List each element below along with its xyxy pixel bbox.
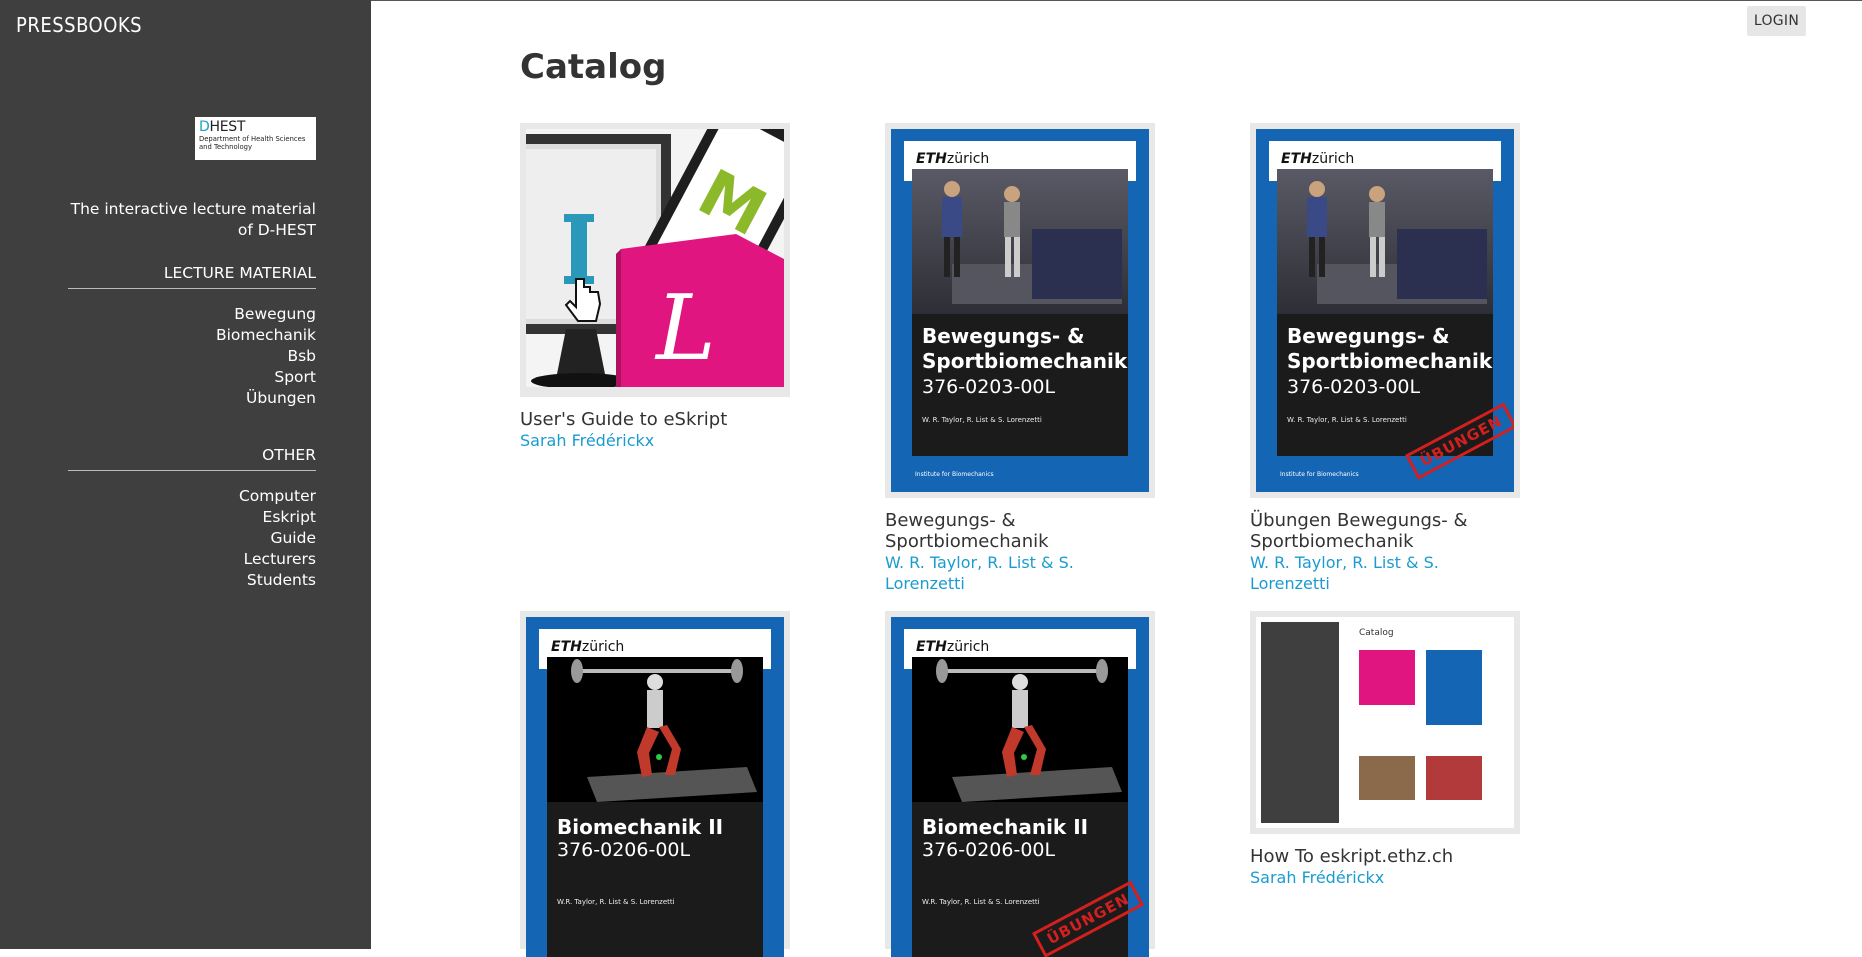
book-cover-link[interactable]: Catalog [1250, 611, 1520, 834]
cover-course-code: 376-0203-00L [1287, 376, 1421, 398]
eth-logo: ETHzürich [1281, 151, 1355, 167]
book-title[interactable]: Übungen Bewegungs- & Sportbiomechanik [1250, 510, 1520, 552]
cover-title-line: Sportbiomechanik [922, 349, 1128, 373]
nav-link[interactable]: Bsb [287, 347, 316, 365]
dhest-logo[interactable]: DHEST Department of Health Sciences and … [195, 117, 316, 160]
book-cover-link[interactable]: ETHzürich Bewegungs- & Sportbiomechanik 3… [885, 123, 1155, 498]
nav-link[interactable]: Bewegung [234, 305, 316, 323]
book-author[interactable]: Sarah Frédérickx [1250, 867, 1520, 888]
book-cover-link[interactable]: ETHzürich Biomechanik II 376-0206-00L W.… [885, 611, 1155, 957]
book-cover-link[interactable]: ETHzürich Bewegungs- & Sportbiomechanik 3… [1250, 123, 1520, 498]
book-card: M L User's Guide to eSkript Sarah Frédér… [511, 94, 821, 451]
logo-line-1: Department of Health Sciences [199, 135, 306, 143]
nav-item-lecturers[interactable]: Lecturers [68, 549, 316, 570]
eth-cover-image: ETHzürich Bewegungs- & Sportbiomechanik 3… [891, 129, 1149, 492]
book-card: ETHzürich Biomechanik II 376-0206-00L W.… [520, 611, 790, 957]
book-card: ETHzürich Biomechanik II 376-0206-00L W.… [885, 611, 1155, 957]
uebungen-stamp: ÜBUNGEN [1405, 402, 1514, 480]
login-button[interactable]: LOGIN [1747, 6, 1806, 36]
cover-title-line: Biomechanik II [922, 815, 1089, 839]
book-author[interactable]: Sarah Frédérickx [520, 430, 790, 451]
book-cover-link[interactable]: ETHzürich Biomechanik II 376-0206-00L W.… [520, 611, 790, 957]
cover-title-line: Bewegungs- & [922, 324, 1085, 348]
cover-footer: Institute for Biomechanics [1280, 471, 1359, 478]
cover-authors: W. R. Taylor, R. List & S. Lorenzetti [922, 416, 1042, 424]
book-title[interactable]: User's Guide to eSkript [520, 409, 790, 430]
svg-text:L: L [654, 276, 716, 381]
pressbooks-brand-link[interactable]: PRESSBOOKS [16, 13, 142, 37]
nav-item-bewegung[interactable]: Bewegung [68, 304, 316, 325]
lecture-material-list: Bewegung Biomechanik Bsb Sport Übungen [68, 304, 316, 409]
book-title[interactable]: How To eskript.ethz.ch [1250, 846, 1520, 867]
eth-logo: ETHzürich [551, 639, 625, 655]
sidebar-tagline: The interactive lecture material of D-HE… [70, 200, 316, 239]
nav-link[interactable]: Lecturers [244, 550, 316, 568]
cover-title-line: Bewegungs- & [1287, 324, 1450, 348]
cover-course-code: 376-0203-00L [922, 376, 1056, 398]
book-card: ETHzürich Bewegungs- & Sportbiomechanik 3… [1250, 123, 1520, 594]
nav-item-eskript[interactable]: Eskript [68, 507, 316, 528]
eth-logo: ETHzürich [916, 151, 990, 167]
lab-photo [1277, 169, 1493, 314]
eth-cover-image: ETHzürich Biomechanik II 376-0206-00L W.… [891, 617, 1149, 957]
cover-footer: Institute for Biomechanics [915, 471, 994, 478]
thumbnail-title: Catalog [1359, 628, 1394, 638]
nav-item-biomechanik[interactable]: Biomechanik [68, 325, 316, 346]
eth-logo: ETHzürich [916, 639, 990, 655]
nav-item-guide[interactable]: Guide [68, 528, 316, 549]
eskript-guide-cover-image: M L [511, 94, 821, 389]
cover-course-code: 376-0206-00L [922, 839, 1056, 861]
lab-photo [912, 169, 1128, 314]
cover-authors: W.R. Taylor, R. List & S. Lorenzetti [922, 898, 1040, 906]
nav-link[interactable]: Computer [239, 487, 316, 505]
nav-link[interactable]: Biomechanik [216, 326, 316, 344]
eth-cover-image: ETHzürich Bewegungs- & Sportbiomechanik 3… [1256, 129, 1514, 492]
logo-text: HEST [209, 119, 246, 135]
book-cover-link[interactable]: M L [511, 94, 821, 397]
section-heading-other: OTHER [68, 446, 316, 471]
nav-item-sport[interactable]: Sport [68, 367, 316, 388]
cover-course-code: 376-0206-00L [557, 839, 691, 861]
book-author[interactable]: W. R. Taylor, R. List & S. Lorenzetti [885, 552, 1155, 594]
uebungen-stamp: ÜBUNGEN [1032, 880, 1145, 957]
skeleton-squat-image [547, 657, 763, 802]
nav-link[interactable]: Eskript [263, 508, 316, 526]
book-author[interactable]: W. R. Taylor, R. List & S. Lorenzetti [1250, 552, 1520, 594]
other-list: Computer Eskript Guide Lecturers Student… [68, 486, 316, 591]
skeleton-squat-image [912, 657, 1128, 802]
book-title[interactable]: Bewegungs- & Sportbiomechanik [885, 510, 1155, 552]
nav-item-computer[interactable]: Computer [68, 486, 316, 507]
nav-item-bsb[interactable]: Bsb [68, 346, 316, 367]
logo-line-2: and Technology [199, 143, 253, 151]
cover-title-line: Sportbiomechanik [1287, 349, 1493, 373]
book-card: Catalog How To eskript.ethz.ch Sarah Fré… [1250, 611, 1520, 888]
nav-link[interactable]: Students [247, 571, 316, 589]
nav-item-students[interactable]: Students [68, 570, 316, 591]
site-screenshot-thumbnail: Catalog [1256, 617, 1514, 828]
section-heading-lecture-material: LECTURE MATERIAL [68, 264, 316, 289]
cover-authors: W.R. Taylor, R. List & S. Lorenzetti [557, 898, 675, 906]
nav-link[interactable]: Guide [270, 529, 316, 547]
logo-letter-d: D [199, 119, 210, 135]
nav-item-uebungen[interactable]: Übungen [68, 388, 316, 409]
book-card: ETHzürich Bewegungs- & Sportbiomechanik 3… [885, 123, 1155, 594]
page-title: Catalog [520, 47, 667, 87]
cover-title-line: Biomechanik II [557, 815, 724, 839]
nav-link[interactable]: Übungen [246, 389, 316, 407]
cover-authors: W. R. Taylor, R. List & S. Lorenzetti [1287, 416, 1407, 424]
eth-cover-image: ETHzürich Biomechanik II 376-0206-00L W.… [526, 617, 784, 957]
sidebar: PRESSBOOKS DHEST Department of Health Sc… [0, 0, 371, 949]
nav-link[interactable]: Sport [274, 368, 316, 386]
